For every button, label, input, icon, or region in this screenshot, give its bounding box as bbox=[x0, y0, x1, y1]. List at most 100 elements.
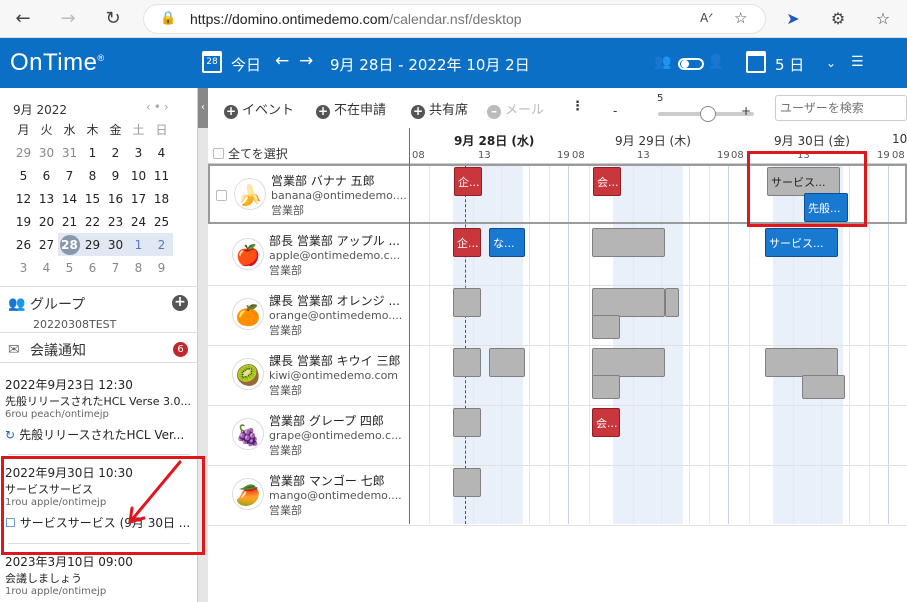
zoom-out-button[interactable]: - bbox=[613, 104, 617, 118]
mini-day[interactable]: 8 bbox=[81, 164, 104, 187]
row-checkbox[interactable] bbox=[216, 190, 227, 201]
reload-icon[interactable]: ↻ bbox=[102, 8, 124, 30]
mini-day[interactable]: 19 bbox=[12, 210, 35, 233]
group-people-icon[interactable]: 👥 bbox=[654, 54, 671, 70]
user-search-input[interactable] bbox=[775, 95, 907, 121]
event-block[interactable] bbox=[453, 288, 481, 317]
mini-day[interactable]: 1 bbox=[127, 233, 150, 256]
mini-day[interactable]: 21 bbox=[58, 210, 81, 233]
mini-day[interactable]: 23 bbox=[104, 210, 127, 233]
mini-day[interactable]: 8 bbox=[127, 256, 150, 279]
event-block[interactable] bbox=[489, 348, 525, 377]
event-block[interactable]: 企... bbox=[453, 228, 481, 257]
mini-day[interactable]: 3 bbox=[127, 141, 150, 164]
mini-day[interactable]: 9 bbox=[104, 164, 127, 187]
mini-day[interactable]: 1 bbox=[81, 141, 104, 164]
person-icon[interactable]: 👤 bbox=[707, 54, 724, 70]
event-block[interactable] bbox=[802, 375, 845, 399]
mini-day[interactable]: 7 bbox=[104, 256, 127, 279]
mini-day[interactable]: 6 bbox=[35, 164, 58, 187]
event-block[interactable] bbox=[665, 288, 679, 317]
mini-day[interactable]: 15 bbox=[81, 187, 104, 210]
mini-day[interactable]: 2 bbox=[104, 141, 127, 164]
person-row[interactable]: 🍎 部長 営業部 アップル ... apple@ontimedemo.c... … bbox=[208, 226, 907, 286]
zoom-in-button[interactable]: + bbox=[741, 104, 751, 118]
forward-icon[interactable]: → bbox=[57, 8, 79, 30]
event-block[interactable]: な... bbox=[489, 228, 525, 257]
extensions-icon[interactable]: ⚙ bbox=[827, 8, 849, 30]
mini-day[interactable]: 25 bbox=[150, 210, 173, 233]
mini-day[interactable]: 5 bbox=[12, 164, 35, 187]
event-block[interactable] bbox=[765, 348, 838, 377]
mini-day[interactable]: 3 bbox=[12, 256, 35, 279]
person-row[interactable]: 🍊 課長 営業部 オレンジ ... orange@ontimedemo.... … bbox=[208, 286, 907, 346]
chevron-down-icon[interactable]: ⌄ bbox=[826, 56, 836, 70]
event-block[interactable] bbox=[592, 315, 620, 339]
today-button[interactable]: 今日 bbox=[231, 54, 261, 75]
select-all[interactable]: 全てを選択 bbox=[213, 145, 288, 162]
mini-day[interactable]: 2 bbox=[150, 233, 173, 256]
event-block[interactable] bbox=[453, 408, 481, 437]
event-block[interactable]: 会... bbox=[592, 408, 620, 437]
view-days[interactable]: 5 日 bbox=[775, 54, 804, 75]
mini-day[interactable]: 5 bbox=[58, 256, 81, 279]
notification-link[interactable]: ↻ 先般リリースされたHCL Ver... bbox=[5, 426, 195, 443]
event-block[interactable] bbox=[592, 375, 620, 399]
person-row[interactable]: 🥭 営業部 マンゴー 七郎 mango@ontimedemo.... 営業部 bbox=[208, 466, 907, 526]
groups-title[interactable]: グループ bbox=[30, 294, 85, 314]
mini-day[interactable]: 20 bbox=[35, 210, 58, 233]
mini-day[interactable]: 16 bbox=[104, 187, 127, 210]
mini-day[interactable]: 13 bbox=[35, 187, 58, 210]
mini-day[interactable]: 17 bbox=[127, 187, 150, 210]
calendar-icon[interactable]: 28 bbox=[202, 51, 222, 73]
prev-arrow-icon[interactable]: ← bbox=[275, 51, 289, 71]
collapse-panel-icon[interactable]: ‹ bbox=[198, 88, 208, 128]
favorites-icon[interactable]: ☆ bbox=[872, 8, 894, 30]
event-block[interactable] bbox=[453, 348, 481, 377]
add-group-icon[interactable]: + bbox=[172, 295, 188, 311]
add-event-button[interactable]: + イベント bbox=[224, 99, 294, 119]
shared-seat-button[interactable]: + 共有席 bbox=[411, 99, 468, 119]
next-arrow-icon[interactable]: → bbox=[299, 51, 313, 71]
notification-item[interactable]: 2022年9月23日 12:30 先般リリースされたHCL Verse 3.0.… bbox=[5, 376, 195, 443]
mini-day[interactable]: 10 bbox=[127, 164, 150, 187]
back-icon[interactable]: ← bbox=[12, 8, 34, 30]
more-menu-icon[interactable]: ⋮ bbox=[571, 99, 584, 114]
event-block[interactable] bbox=[453, 468, 481, 497]
notification-item[interactable]: 2023年3月10日 09:00 会議しましょう 1rou apple/onti… bbox=[5, 553, 195, 597]
mini-day[interactable]: 30 bbox=[35, 141, 58, 164]
person-row[interactable]: 🥝 課長 営業部 キウイ 三郎 kiwi@ontimedemo.com 営業部 bbox=[208, 346, 907, 406]
read-aloud-icon[interactable]: Aᐟ bbox=[700, 11, 713, 25]
mini-day[interactable]: 26 bbox=[12, 233, 35, 256]
event-block[interactable]: サービス... bbox=[765, 228, 838, 257]
days-calendar-icon[interactable] bbox=[746, 51, 766, 73]
absence-request-button[interactable]: + 不在申請 bbox=[316, 99, 386, 119]
mini-day[interactable]: 11 bbox=[150, 164, 173, 187]
mini-day[interactable]: 22 bbox=[81, 210, 104, 233]
mini-day[interactable]: 9 bbox=[150, 256, 173, 279]
event-block[interactable] bbox=[592, 228, 665, 257]
mini-day[interactable]: 12 bbox=[12, 187, 35, 210]
mini-day[interactable]: 24 bbox=[127, 210, 150, 233]
select-all-checkbox[interactable] bbox=[213, 148, 224, 159]
mini-day[interactable]: 29 bbox=[12, 141, 35, 164]
settings-sliders-icon[interactable]: ☰ bbox=[851, 54, 864, 70]
event-block[interactable]: 企... bbox=[454, 167, 482, 196]
zoom-slider[interactable] bbox=[658, 106, 754, 122]
mini-day[interactable]: 18 bbox=[150, 187, 173, 210]
mini-day[interactable]: 4 bbox=[150, 141, 173, 164]
event-block[interactable] bbox=[592, 348, 665, 377]
mini-day[interactable]: 31 bbox=[58, 141, 81, 164]
extension-arrow-icon[interactable]: ➤ bbox=[782, 8, 804, 30]
event-block[interactable]: 会... bbox=[593, 167, 621, 196]
mini-day[interactable]: 30 bbox=[104, 233, 127, 256]
group-name[interactable]: 20220308TEST bbox=[33, 318, 116, 331]
view-toggle[interactable] bbox=[678, 58, 704, 70]
mini-day[interactable]: 4 bbox=[35, 256, 58, 279]
mini-day[interactable]: 27 bbox=[35, 233, 58, 256]
mini-day[interactable]: 29 bbox=[81, 233, 104, 256]
notifications-title[interactable]: 会議通知 bbox=[30, 340, 86, 360]
event-block[interactable] bbox=[592, 288, 665, 317]
address-bar[interactable]: 🔒 https://domino.ontimedemo.com/calendar… bbox=[143, 4, 766, 34]
favorite-add-icon[interactable]: ☆ bbox=[734, 9, 747, 27]
